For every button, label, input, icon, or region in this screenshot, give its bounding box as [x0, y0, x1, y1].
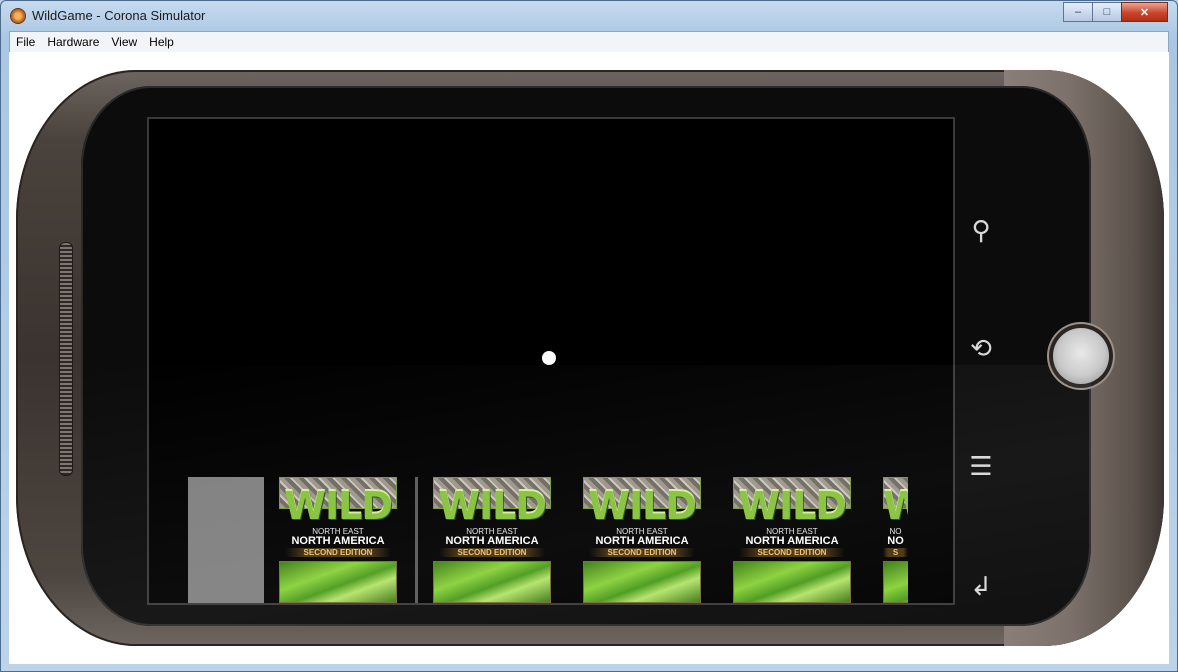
- cover-title: WILD: [284, 484, 393, 528]
- cover-photo-bottom: [733, 561, 851, 603]
- cover-title: W: [883, 487, 908, 525]
- cover-photo-bottom: [583, 561, 701, 603]
- menu-icon[interactable]: ☰: [964, 450, 998, 484]
- menu-view[interactable]: View: [105, 35, 143, 49]
- device-screen[interactable]: WILD NORTH EAST NORTH AMERICA SECOND EDI…: [147, 117, 955, 605]
- return-icon[interactable]: ↲: [964, 570, 998, 604]
- cover-photo-bottom: [433, 561, 551, 603]
- cover-edition: SECOND EDITION: [589, 548, 695, 557]
- search-icon[interactable]: ⚲: [964, 214, 998, 248]
- window-title: WildGame - Corona Simulator: [32, 8, 206, 23]
- phone-skin: WILD NORTH EAST NORTH AMERICA SECOND EDI…: [16, 70, 1164, 646]
- menu-file[interactable]: File: [10, 35, 41, 49]
- game-cover[interactable]: WILD NORTH EAST NORTH AMERICA SECOND EDI…: [433, 477, 551, 603]
- window-controls: – □ ✕: [1063, 2, 1168, 22]
- cover-title: WILD: [738, 484, 847, 528]
- menu-hardware[interactable]: Hardware: [41, 35, 105, 49]
- menu-help[interactable]: Help: [143, 35, 180, 49]
- trackball-button[interactable]: [1053, 328, 1109, 384]
- game-cover[interactable]: WILD NORTH EAST NORTH AMERICA SECOND EDI…: [733, 477, 851, 603]
- game-cover-partial[interactable]: W NO NO S: [883, 477, 908, 603]
- game-cover[interactable]: WILD NORTH EAST NORTH AMERICA SECOND EDI…: [583, 477, 701, 603]
- gray-placeholder-tile[interactable]: [188, 477, 264, 603]
- title-bar[interactable]: WildGame - Corona Simulator – □ ✕: [1, 1, 1177, 31]
- loading-dot: [542, 351, 556, 365]
- cover-area: NORTH AMERICA: [595, 535, 689, 547]
- minimize-button[interactable]: –: [1063, 2, 1093, 22]
- cover-photo-bottom: [883, 561, 908, 603]
- cover-area: NORTH AMERICA: [745, 535, 839, 547]
- cover-edition: SECOND EDITION: [439, 548, 545, 557]
- speaker-grille: [59, 242, 73, 476]
- back-icon[interactable]: ⟲: [964, 332, 998, 366]
- cover-edition: SECOND EDITION: [285, 548, 391, 557]
- cover-area: NORTH AMERICA: [445, 535, 539, 547]
- corona-app-icon: [11, 9, 25, 23]
- cover-title: WILD: [588, 484, 697, 528]
- tile-divider: [415, 477, 418, 603]
- simulator-viewport: WILD NORTH EAST NORTH AMERICA SECOND EDI…: [9, 52, 1169, 664]
- simulator-window: WildGame - Corona Simulator – □ ✕ File H…: [0, 0, 1178, 672]
- cover-area: NO: [887, 535, 904, 547]
- cover-title: WILD: [438, 484, 547, 528]
- menu-bar: File Hardware View Help: [9, 31, 1169, 53]
- cover-photo-bottom: [279, 561, 397, 603]
- cover-edition: SECOND EDITION: [739, 548, 845, 557]
- cover-edition: S: [883, 548, 908, 557]
- game-cover[interactable]: WILD NORTH EAST NORTH AMERICA SECOND EDI…: [279, 477, 397, 603]
- maximize-button[interactable]: □: [1092, 2, 1122, 22]
- close-button[interactable]: ✕: [1121, 2, 1168, 22]
- cover-area: NORTH AMERICA: [291, 535, 385, 547]
